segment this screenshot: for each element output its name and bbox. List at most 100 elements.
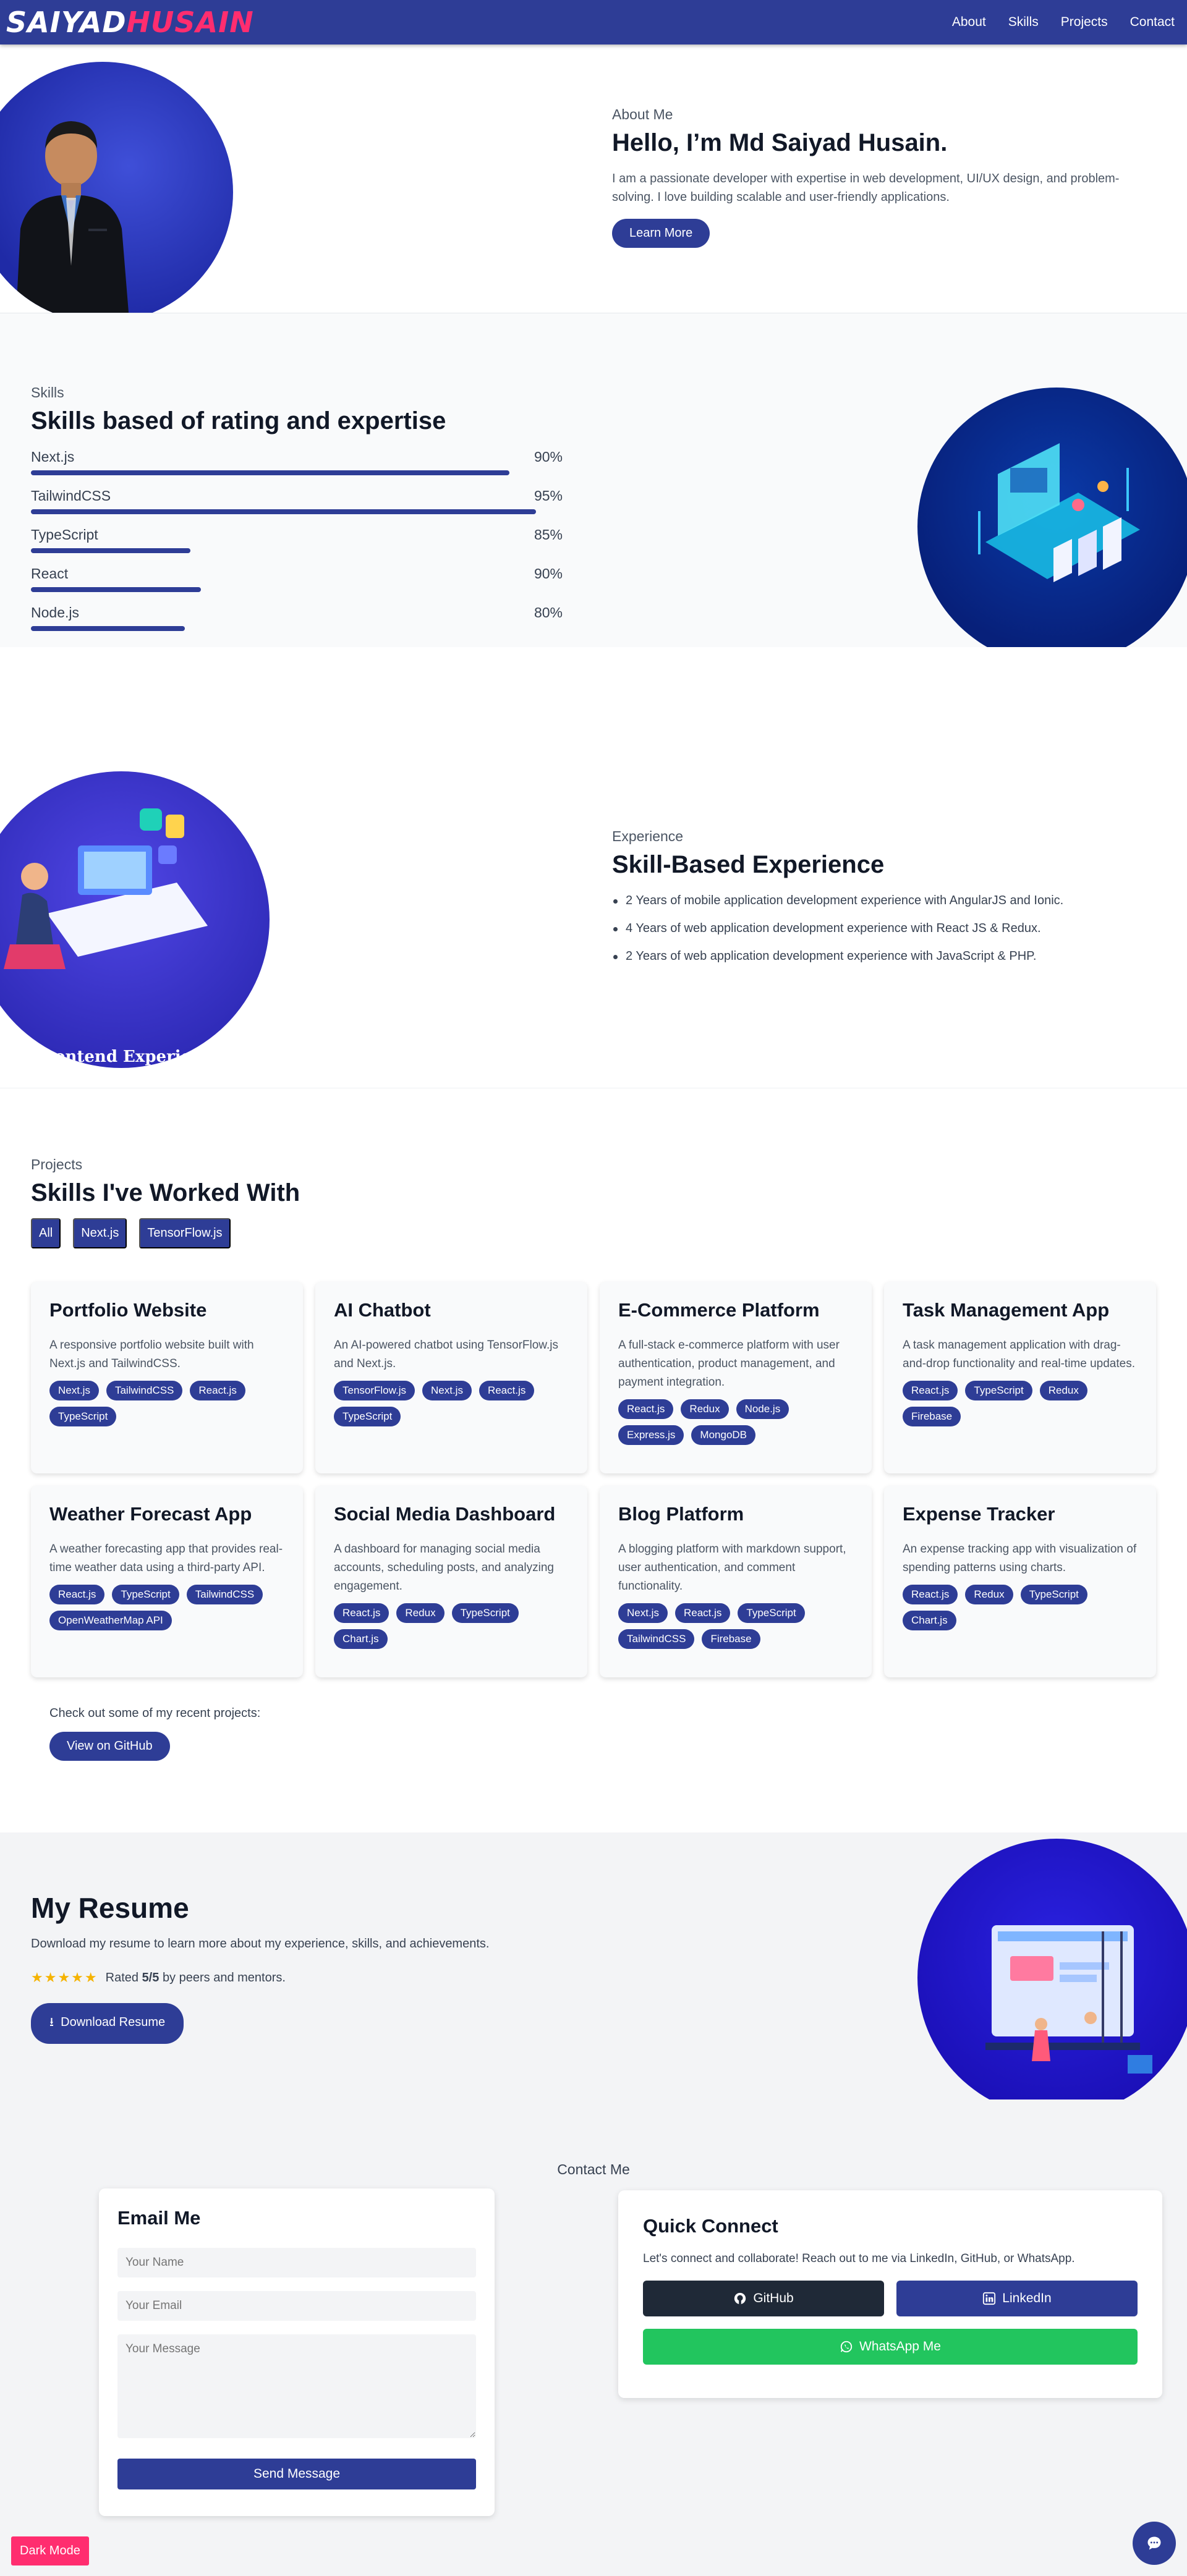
- experience-item: 2 Years of web application development e…: [612, 949, 1156, 964]
- nav-skills[interactable]: Skills: [1008, 15, 1039, 30]
- project-card: Blog Platform A blogging platform with ma…: [600, 1486, 872, 1677]
- profile-photo: [0, 62, 233, 313]
- filter-tensorflowjs[interactable]: TensorFlow.js: [139, 1218, 231, 1248]
- send-message-button[interactable]: Send Message: [117, 2459, 476, 2489]
- project-cards: Portfolio Website A responsive portfolio …: [31, 1282, 1157, 1677]
- message-input[interactable]: [117, 2334, 476, 2438]
- project-tags: React.js Redux TypeScript Chart.js: [334, 1603, 569, 1649]
- skill-bar-fill: [31, 509, 536, 514]
- download-resume-button[interactable]: ⭳ Download Resume: [31, 2003, 184, 2044]
- tech-tag: Redux: [396, 1603, 445, 1623]
- experience-heading: Skill-Based Experience: [612, 851, 885, 878]
- tech-tag: TypeScript: [334, 1407, 401, 1426]
- email-input[interactable]: [117, 2291, 476, 2321]
- skill-bar-fill: [31, 626, 185, 631]
- github-cta: Check out some of my recent projects: Vi…: [49, 1706, 260, 1761]
- skills-heading: Skills based of rating and expertise: [31, 407, 446, 434]
- skill-item: React 90%: [31, 566, 563, 592]
- tech-tag: React.js: [190, 1381, 245, 1400]
- tech-tag: OpenWeatherMap API: [49, 1611, 172, 1630]
- skill-bar: [31, 626, 563, 631]
- experience-item: 4 Years of web application development e…: [612, 922, 1156, 936]
- rating-text: Rated 5/5 by peers and mentors.: [106, 1971, 286, 1985]
- tech-tag: TypeScript: [451, 1603, 519, 1623]
- about-content: About Me Hello, I’m Md Saiyad Husain. I …: [612, 106, 1156, 248]
- nav-about[interactable]: About: [952, 15, 986, 30]
- projects-header: Projects Skills I've Worked With All Nex…: [31, 1156, 300, 1248]
- isometric-dashboard-illustration: [978, 443, 1140, 582]
- rating-prefix: Rated: [105, 1970, 138, 1985]
- tech-tag: Redux: [681, 1399, 729, 1419]
- chat-button[interactable]: [1133, 2522, 1176, 2565]
- project-description: A full-stack e-commerce platform with us…: [618, 1339, 840, 1389]
- tech-tag: React.js: [479, 1381, 535, 1400]
- skill-bar-fill: [31, 587, 202, 592]
- tech-tag: React.js: [903, 1585, 958, 1604]
- skill-bar-fill: [31, 470, 509, 475]
- resume-content: My Resume Download my resume to learn mo…: [31, 1891, 489, 2044]
- star-icons: ★★★★★: [31, 1970, 98, 1985]
- github-button-label: GitHub: [753, 2291, 794, 2305]
- project-tags: Next.js TailwindCSS React.js TypeScript: [49, 1381, 284, 1426]
- tech-tag: React.js: [334, 1603, 389, 1623]
- skill-percent: 90%: [534, 566, 563, 582]
- tech-tag: TensorFlow.js: [334, 1381, 415, 1400]
- tech-tag: Next.js: [49, 1381, 99, 1400]
- about-label: About Me: [612, 106, 673, 122]
- logo-part-1: SAIYAD: [6, 6, 127, 39]
- tech-tag: TypeScript: [112, 1585, 179, 1604]
- project-tags: Next.js React.js TypeScript TailwindCSS Fire…: [618, 1603, 853, 1649]
- project-tags: React.js TypeScript TailwindCSS OpenWeather…: [49, 1585, 284, 1630]
- whatsapp-button[interactable]: WhatsApp Me: [643, 2329, 1138, 2365]
- site-logo[interactable]: SAIYADHUSAIN: [6, 6, 254, 39]
- resume-description: Download my resume to learn more about m…: [31, 1937, 490, 1951]
- tech-tag: TailwindCSS: [186, 1585, 263, 1604]
- filter-all[interactable]: All: [31, 1218, 61, 1248]
- project-description: An AI-powered chatbot using TensorFlow.j…: [334, 1339, 558, 1370]
- project-card: Task Management App A task management app…: [884, 1282, 1156, 1473]
- filter-nextjs[interactable]: Next.js: [73, 1218, 127, 1248]
- tech-tag: Next.js: [618, 1603, 668, 1623]
- whatsapp-icon: [840, 2341, 853, 2353]
- tech-tag: Firebase: [702, 1629, 760, 1649]
- github-cta-text: Check out some of my recent projects:: [49, 1706, 261, 1720]
- skill-name: TailwindCSS: [31, 488, 111, 504]
- project-description: A blogging platform with markdown suppor…: [618, 1543, 846, 1593]
- tech-tag: Redux: [965, 1585, 1013, 1604]
- name-input[interactable]: [117, 2248, 476, 2277]
- view-on-github-button[interactable]: View on GitHub: [49, 1732, 170, 1761]
- whatsapp-button-label: WhatsApp Me: [859, 2339, 941, 2354]
- project-description: A dashboard for managing social media ac…: [334, 1543, 554, 1593]
- project-description: A weather forecasting app that provides …: [49, 1543, 283, 1574]
- tech-tag: TypeScript: [1020, 1585, 1087, 1604]
- resume-heading: My Resume: [31, 1892, 189, 1924]
- dark-mode-toggle[interactable]: Dark Mode: [11, 2536, 89, 2565]
- github-button[interactable]: GitHub: [643, 2281, 884, 2316]
- logo-part-2: HUSAIN: [126, 6, 254, 39]
- download-icon: ⭳: [49, 2015, 54, 2029]
- nav-contact[interactable]: Contact: [1130, 15, 1175, 30]
- tech-tag: Node.js: [736, 1399, 789, 1419]
- project-tags: React.js Redux TypeScript Chart.js: [903, 1585, 1138, 1630]
- nav-projects[interactable]: Projects: [1061, 15, 1108, 30]
- quick-connect-row: GitHub LinkedIn: [643, 2281, 1138, 2316]
- learn-more-button[interactable]: Learn More: [612, 219, 710, 248]
- skill-bar: [31, 470, 563, 475]
- skill-bar: [31, 548, 563, 553]
- email-form-card: Email Me Send Message: [99, 2188, 495, 2516]
- skill-item: TailwindCSS 95%: [31, 488, 563, 514]
- tech-tag: React.js: [49, 1585, 105, 1604]
- tech-tag: Firebase: [903, 1407, 961, 1426]
- project-title: Portfolio Website: [49, 1299, 207, 1321]
- project-card: AI Chatbot An AI-powered chatbot using Te…: [315, 1282, 587, 1473]
- skill-name: Next.js: [31, 449, 75, 465]
- linkedin-button[interactable]: LinkedIn: [896, 2281, 1138, 2316]
- tech-tag: TailwindCSS: [618, 1629, 695, 1649]
- skills-illustration: [917, 388, 1187, 647]
- resume-board-illustration: [985, 1925, 1152, 2074]
- project-title: Blog Platform: [618, 1503, 744, 1525]
- tech-tag: TailwindCSS: [106, 1381, 183, 1400]
- experience-item: 2 Years of mobile application developmen…: [612, 894, 1156, 908]
- linkedin-button-label: LinkedIn: [1002, 2291, 1052, 2305]
- quick-connect-text: Let's connect and collaborate! Reach out…: [643, 2252, 1075, 2265]
